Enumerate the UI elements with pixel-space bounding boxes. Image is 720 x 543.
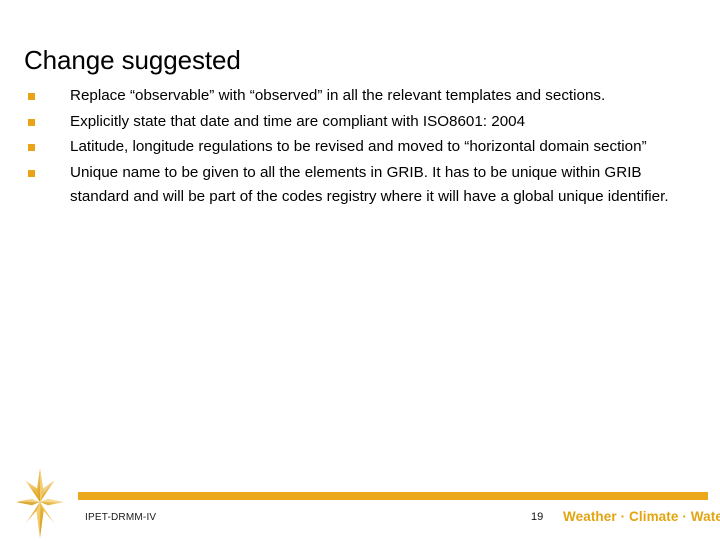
list-item: Replace “observable” with “observed” in … <box>24 84 696 109</box>
list-item-text: Unique name to be given to all the eleme… <box>70 163 669 206</box>
square-bullet-icon <box>28 169 35 177</box>
square-bullet-icon <box>28 118 35 126</box>
square-bullet-icon <box>28 93 35 100</box>
list-item: Unique name to be given to all the eleme… <box>24 161 696 210</box>
footer-meeting-label: IPET-DRMM-IV <box>85 512 157 523</box>
square-bullet-icon <box>28 144 35 152</box>
list-item: Explicitly state that date and time are … <box>24 110 696 135</box>
footer-divider-bar <box>78 492 708 500</box>
list-item: Latitude, longitude regulations to be re… <box>24 135 696 160</box>
list-item-text: Replace “observable” with “observed” in … <box>70 87 606 104</box>
footer-page-number: 19 <box>531 511 544 523</box>
footer-tagline: Weather · Climate · Water <box>563 509 720 524</box>
bullet-list: Replace “observable” with “observed” in … <box>24 84 696 211</box>
compass-rose-icon <box>16 468 64 538</box>
list-item-text: Latitude, longitude regulations to be re… <box>70 138 647 156</box>
list-item-text: Explicitly state that date and time are … <box>70 112 526 130</box>
slide-canvas: Change suggested Replace “observable” wi… <box>0 0 720 540</box>
page-title: Change suggested <box>24 45 241 76</box>
